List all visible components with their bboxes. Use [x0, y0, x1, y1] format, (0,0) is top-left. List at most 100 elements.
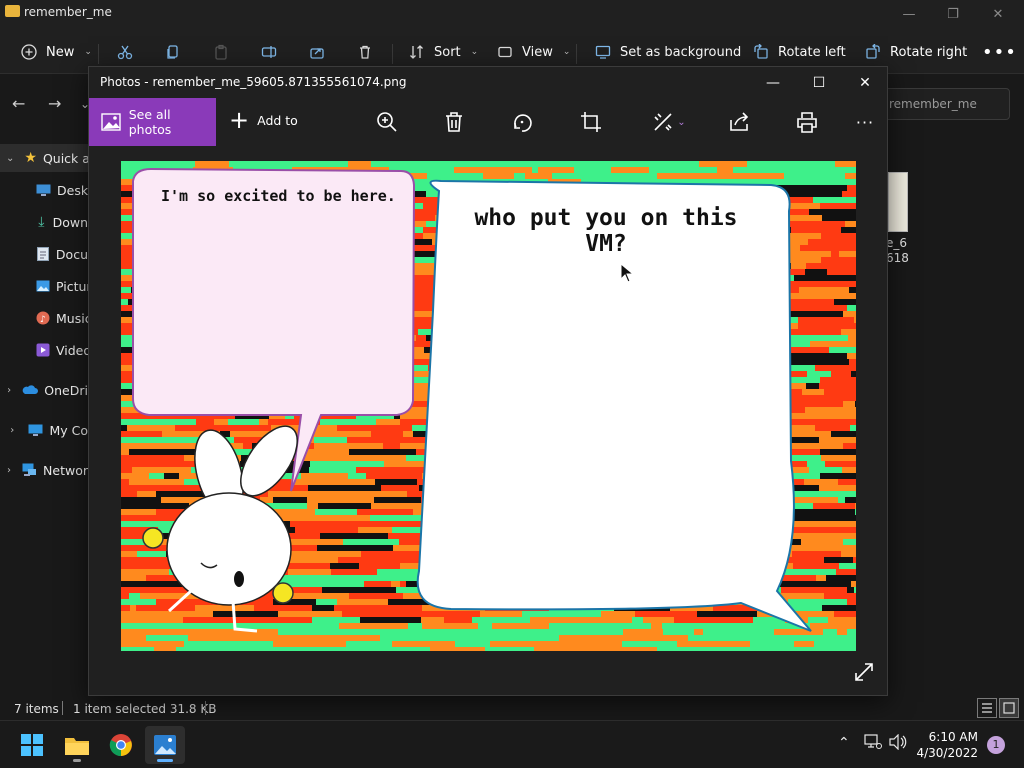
photos-app-window: Photos - remember_me_59605.871355561074.… — [88, 66, 930, 696]
chevron-up-icon[interactable]: ⌃ — [838, 735, 850, 751]
divider — [98, 44, 99, 64]
photos-titlebar: Photos - remember_me_59605.871355561074.… — [89, 67, 887, 98]
minimize-button[interactable]: — — [750, 71, 796, 95]
start-button[interactable] — [12, 726, 52, 764]
sidebar-item-documents[interactable]: Docu — [0, 240, 88, 268]
sidebar-item-videos[interactable]: Video — [0, 336, 88, 364]
notification-badge[interactable]: 1 — [987, 736, 1005, 754]
file-explorer-taskbar-button[interactable] — [57, 726, 97, 764]
sidebar-item-pictures[interactable]: Pictur — [0, 272, 88, 300]
more-options-button[interactable]: ··· — [853, 110, 877, 134]
sidebar-item-onedrive[interactable]: › OneDri — [0, 376, 88, 404]
copy-button[interactable] — [164, 40, 182, 64]
file-name-line: e_6 — [886, 236, 908, 250]
divider — [576, 44, 577, 64]
desktop-background-icon — [594, 43, 612, 61]
download-icon: ⤓ — [38, 214, 45, 230]
rename-icon — [260, 43, 278, 61]
zoom-in-icon — [377, 112, 397, 132]
desktop-icon — [36, 182, 51, 198]
paste-button[interactable] — [212, 40, 230, 64]
share-button[interactable] — [727, 110, 751, 134]
zoom-button[interactable] — [375, 110, 399, 134]
volume-icon[interactable] — [889, 733, 907, 754]
new-label: New — [46, 44, 75, 60]
system-clock[interactable]: 6:10 AM 4/30/2022 — [916, 729, 978, 761]
sidebar-item-label: Networ — [43, 462, 88, 478]
file-name-label[interactable]: e_6 618 — [886, 236, 909, 266]
share-button[interactable] — [308, 40, 326, 64]
file-thumbnail[interactable] — [888, 172, 908, 232]
set-background-button[interactable]: Set as background — [594, 40, 741, 64]
rotate-right-button[interactable]: Rotate right — [864, 40, 967, 64]
network-icon[interactable] — [864, 734, 882, 754]
rotate-right-icon — [864, 43, 882, 61]
edit-button[interactable]: ⌄ — [649, 110, 689, 134]
cut-button[interactable] — [116, 40, 134, 64]
windows-logo-icon — [21, 734, 43, 756]
sort-label: Sort — [434, 44, 461, 60]
folder-icon — [5, 5, 20, 17]
star-icon: ★ — [24, 150, 37, 166]
rotate-left-button[interactable]: Rotate left — [752, 40, 846, 64]
chrome-taskbar-button[interactable] — [101, 726, 141, 764]
close-button[interactable]: ✕ — [842, 71, 888, 95]
new-button[interactable]: New ⌄ — [20, 40, 92, 64]
chrome-icon — [109, 734, 132, 757]
sidebar-item-this-pc[interactable]: › My Co — [0, 416, 88, 444]
fullscreen-button[interactable] — [853, 661, 875, 686]
taskbar: ⌃ 6:10 AM 4/30/2022 1 — [0, 720, 1024, 768]
cloud-icon — [22, 382, 39, 398]
photos-taskbar-button[interactable] — [145, 726, 185, 764]
chevron-right-icon: › — [7, 464, 12, 476]
sidebar-item-label: Music — [56, 310, 88, 326]
sidebar-item-downloads[interactable]: ⤓ Down — [0, 208, 88, 236]
print-button[interactable] — [795, 110, 819, 134]
search-input[interactable]: remember_me — [880, 88, 1010, 120]
navigation-pane: ⌄ ★ Quick a Deskt ⤓ Down Docu Pictur ♪ M… — [0, 140, 88, 685]
large-icons-view-icon — [1003, 702, 1015, 714]
chevron-down-icon: ⌄ — [562, 47, 571, 57]
sort-button[interactable]: Sort ⌄ — [408, 40, 478, 64]
delete-button[interactable] — [356, 40, 374, 64]
crop-button[interactable] — [579, 110, 603, 134]
rename-button[interactable] — [260, 40, 278, 64]
delete-button[interactable] — [442, 110, 466, 134]
svg-text:♪: ♪ — [40, 315, 46, 325]
add-to-button[interactable]: + Add to — [229, 108, 298, 132]
divider — [392, 44, 393, 64]
rotate-button[interactable] — [510, 110, 534, 134]
more-options-button[interactable]: ••• — [982, 40, 1017, 64]
chevron-down-icon: ⌄ — [84, 47, 92, 57]
large-icons-view-button[interactable] — [999, 698, 1019, 718]
sidebar-item-music[interactable]: ♪ Music — [0, 304, 88, 332]
forward-arrow-icon[interactable]: → — [48, 94, 61, 113]
details-view-button[interactable] — [977, 698, 997, 718]
image-viewer[interactable]: I'm so excited to be here. who put you o… — [89, 146, 930, 695]
clock-time: 6:10 AM — [928, 730, 978, 744]
crop-icon — [581, 112, 601, 132]
details-view-icon — [982, 703, 992, 713]
rotate-left-icon — [752, 43, 770, 61]
back-arrow-icon[interactable]: ← — [12, 94, 25, 113]
sidebar-item-quick-access[interactable]: ⌄ ★ Quick a — [0, 144, 88, 172]
video-icon — [36, 342, 50, 358]
sidebar-item-network[interactable]: › Networ — [0, 456, 88, 484]
chevron-right-icon: › — [10, 424, 15, 436]
photos-toolbar: See all photos + Add to ⌄ ··· — [89, 98, 887, 146]
sidebar-item-desktop[interactable]: Deskt — [0, 176, 88, 204]
maximize-button[interactable]: ❐ — [930, 2, 976, 28]
sidebar-item-label: Pictur — [56, 278, 88, 294]
explorer-titlebar: remember_me — ❐ ✕ — [0, 0, 1024, 30]
maximize-button[interactable]: ☐ — [796, 71, 842, 95]
view-button[interactable]: View ⌄ — [496, 40, 570, 64]
sidebar-item-label: My Co — [49, 422, 88, 438]
close-button[interactable]: ✕ — [975, 2, 1021, 28]
minimize-button[interactable]: — — [886, 2, 932, 28]
divider — [205, 701, 206, 715]
ellipsis-icon: ··· — [855, 112, 875, 132]
active-indicator — [157, 759, 173, 762]
file-name-line: 618 — [886, 251, 909, 265]
see-all-photos-button[interactable]: See all photos — [89, 98, 216, 146]
plus-circle-icon — [20, 43, 38, 61]
